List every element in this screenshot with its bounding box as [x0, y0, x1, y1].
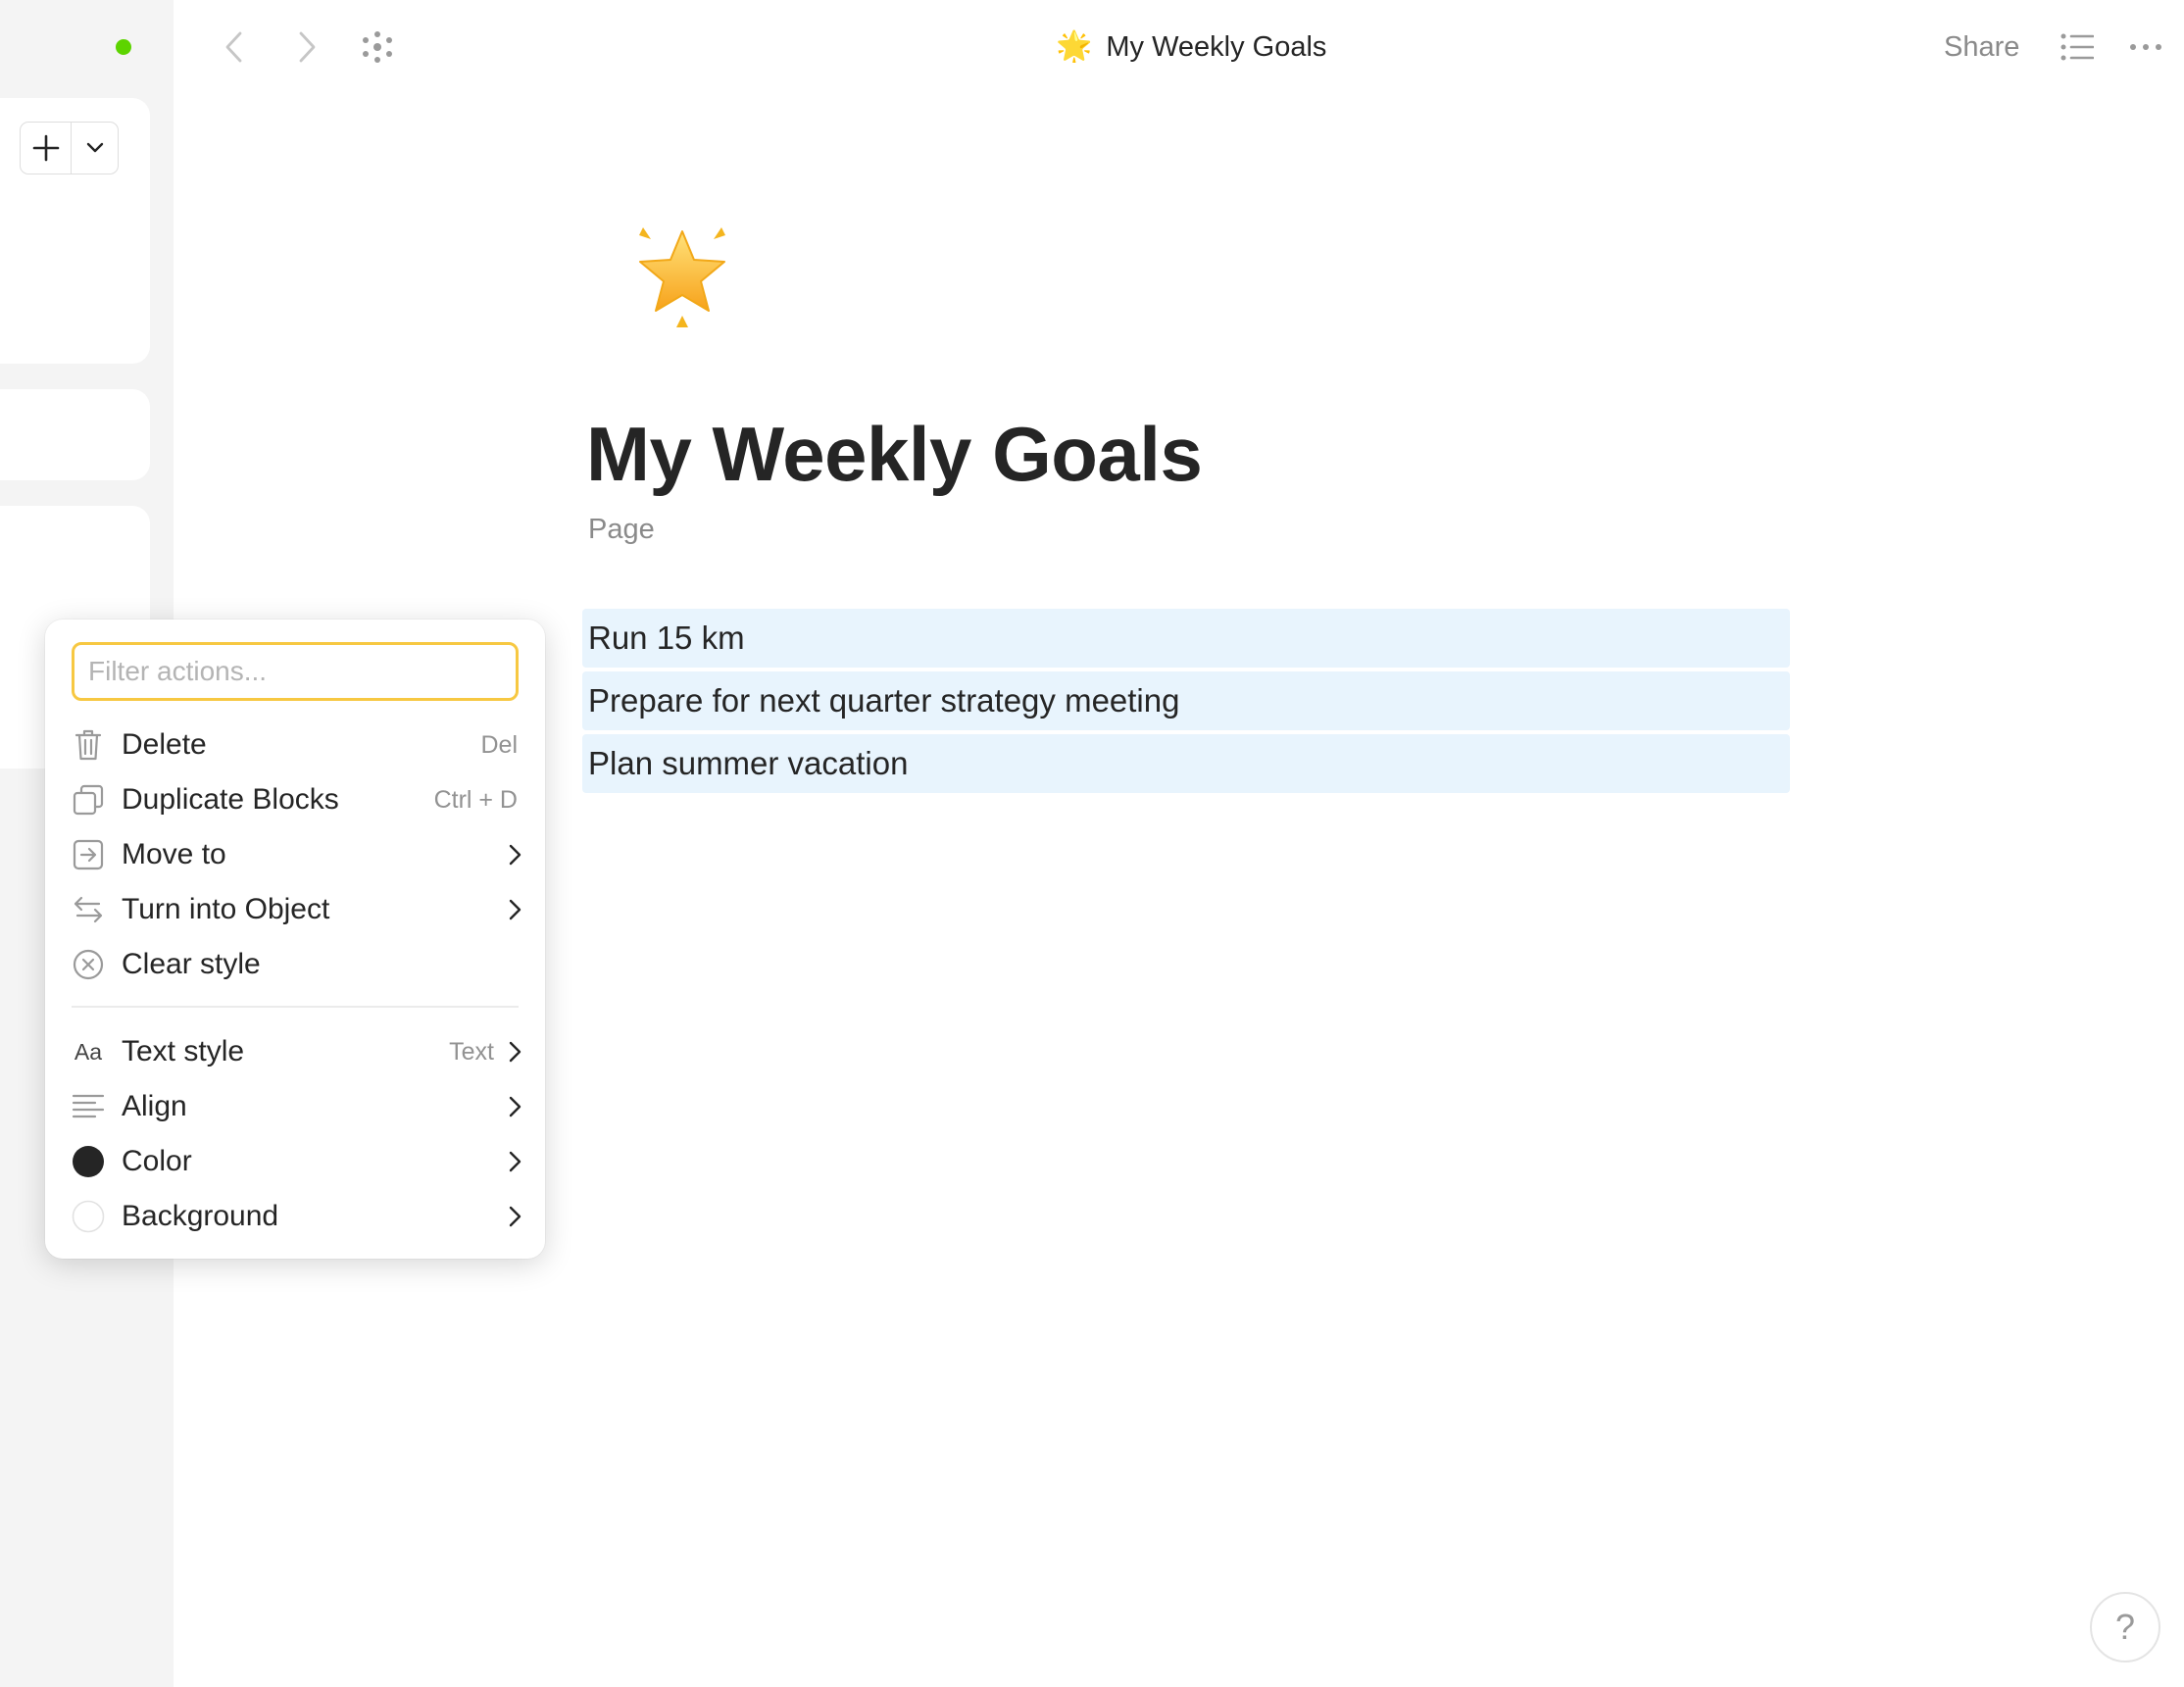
chevron-right-icon [498, 1205, 521, 1228]
menu-item-label: Color [122, 1145, 192, 1177]
menu-item-move-to[interactable]: Move to [71, 828, 521, 881]
top-bar: 🌟 My Weekly Goals Share [174, 0, 2184, 94]
menu-item-value: Text [449, 1037, 494, 1066]
menu-item-label: Text style [122, 1035, 245, 1067]
chevron-right-icon [498, 843, 521, 867]
chevron-right-icon [498, 1150, 521, 1173]
table-of-contents-button[interactable] [2056, 25, 2099, 69]
sidebar-widget [0, 389, 150, 480]
chevron-right-icon [498, 898, 521, 921]
graph-button[interactable] [356, 25, 399, 69]
menu-item-label: Move to [122, 838, 226, 870]
page-title[interactable]: My Weekly Goals [586, 410, 1203, 499]
page-icon[interactable] [623, 214, 741, 331]
menu-item-turn-into-object[interactable]: Turn into Object [71, 883, 521, 936]
background-swatch-icon [71, 1199, 106, 1234]
menu-item-background[interactable]: Background [71, 1190, 521, 1243]
more-icon [2130, 44, 2161, 50]
color-swatch-icon [71, 1144, 106, 1179]
menu-item-label: Align [122, 1090, 187, 1122]
menu-item-label: Duplicate Blocks [122, 783, 339, 816]
align-left-icon [71, 1089, 106, 1124]
menu-item-label: Background [122, 1200, 279, 1232]
header-title-text: My Weekly Goals [1106, 30, 1327, 63]
help-button[interactable]: ? [2090, 1592, 2160, 1662]
add-object-button[interactable] [21, 123, 72, 174]
menu-divider [72, 1006, 519, 1008]
menu-item-label: Delete [122, 728, 207, 761]
chevron-right-icon [498, 1095, 521, 1118]
menu-item-clear-style[interactable]: Clear style [71, 938, 521, 991]
graph-icon [363, 31, 392, 63]
block-list: Run 15 km Prepare for next quarter strat… [582, 609, 1790, 797]
text-block[interactable]: Prepare for next quarter strategy meetin… [582, 671, 1790, 730]
menu-item-duplicate[interactable]: Duplicate Blocks Ctrl + D [71, 773, 521, 826]
menu-item-delete[interactable]: Delete Del [71, 719, 521, 771]
text-style-icon: Aa [74, 1038, 103, 1065]
menu-item-text-style[interactable]: Aa Text style Text [71, 1025, 521, 1078]
trash-icon [71, 727, 106, 763]
chevron-right-icon [498, 1040, 521, 1064]
forward-button[interactable] [285, 25, 328, 69]
duplicate-icon [71, 782, 106, 818]
text-block[interactable]: Plan summer vacation [582, 734, 1790, 793]
list-icon [2060, 33, 2094, 61]
add-object-group [20, 122, 119, 174]
more-options-button[interactable] [2124, 25, 2167, 69]
page-type-label[interactable]: Page [588, 514, 655, 546]
turn-into-icon [71, 892, 106, 927]
chevron-left-icon [225, 31, 242, 63]
block-actions-menu: Delete Del Duplicate Blocks Ctrl + D Mov… [45, 620, 545, 1259]
back-button[interactable] [213, 25, 256, 69]
plus-icon [32, 134, 59, 162]
menu-item-label: Turn into Object [122, 893, 330, 925]
move-to-icon [71, 837, 106, 872]
menu-item-label: Clear style [122, 948, 261, 980]
add-object-dropdown[interactable] [72, 123, 118, 174]
glowing-star-icon [639, 227, 725, 327]
chevron-down-icon [86, 142, 103, 153]
share-button[interactable]: Share [1944, 25, 2019, 69]
filter-actions-input[interactable] [72, 642, 519, 701]
header-document-title[interactable]: 🌟 My Weekly Goals [1056, 25, 1326, 69]
menu-item-shortcut: Ctrl + D [433, 785, 518, 814]
document-emoji-icon: 🌟 [1056, 30, 1093, 63]
menu-item-shortcut: Del [480, 730, 518, 759]
sync-status-dot [116, 39, 131, 55]
menu-item-align[interactable]: Align [71, 1080, 521, 1133]
menu-item-color[interactable]: Color [71, 1135, 521, 1188]
chevron-right-icon [299, 31, 316, 63]
text-block[interactable]: Run 15 km [582, 609, 1790, 668]
app-window: 🌟 My Weekly Goals Share My Weekly Goals … [0, 0, 2184, 1687]
clear-style-icon [71, 947, 106, 982]
